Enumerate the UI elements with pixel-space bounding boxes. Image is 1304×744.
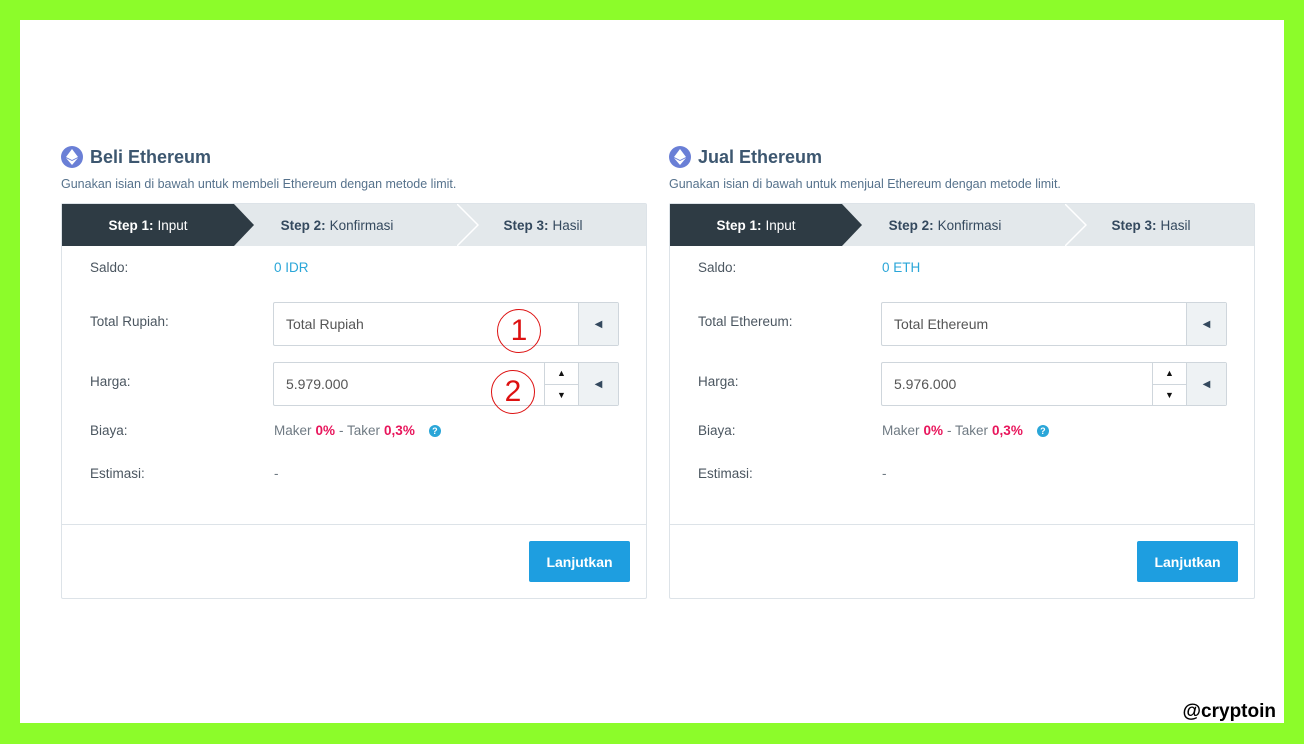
buy-lanjutkan-button[interactable]: Lanjutkan — [529, 541, 630, 582]
question-circle-icon[interactable]: ? — [428, 424, 441, 437]
biaya-row: Biaya: Maker 0% - Taker 0,3% ? — [90, 423, 618, 438]
fee-info: Maker 0% - Taker 0,3% ? — [274, 423, 441, 438]
saldo-label: Saldo: — [90, 260, 129, 275]
caret-left-icon[interactable]: ◀ — [578, 363, 618, 405]
biaya-row: Biaya: Maker 0% - Taker 0,3% ? — [698, 423, 1226, 438]
maker-value: 0% — [315, 423, 336, 438]
sell-title: Jual Ethereum — [698, 146, 823, 167]
buy-title-row: Beli Ethereum — [61, 144, 647, 170]
buy-panel: Beli Ethereum Gunakan isian di bawah unt… — [61, 144, 647, 599]
saldo-label: Saldo: — [698, 260, 737, 275]
harga-spinner: ▲ ▼ — [1152, 363, 1186, 405]
caret-left-icon[interactable]: ◀ — [578, 303, 618, 345]
harga-input[interactable] — [882, 363, 1152, 405]
saldo-value: 0 IDR — [274, 260, 309, 275]
total-input-group: ◀ — [881, 302, 1227, 346]
maker-label: Maker — [882, 423, 920, 438]
card-divider — [62, 524, 646, 525]
saldo-row: Saldo: 0 IDR — [90, 260, 618, 275]
step-label: Konfirmasi — [329, 217, 394, 233]
step-1-input[interactable]: Step 1: Input — [670, 204, 862, 246]
estimasi-label: Estimasi: — [698, 466, 753, 481]
question-circle-icon[interactable]: ? — [1036, 424, 1049, 437]
buy-title: Beli Ethereum — [90, 146, 212, 167]
watermark: @cryptoin — [1182, 701, 1276, 722]
estimasi-value: - — [882, 466, 887, 481]
biaya-label: Biaya: — [90, 423, 128, 438]
total-label: Total Ethereum: — [698, 314, 793, 329]
card-divider — [670, 524, 1254, 525]
fee-info: Maker 0% - Taker 0,3% ? — [882, 423, 1049, 438]
step-number: Step 1: — [108, 217, 154, 233]
biaya-label: Biaya: — [698, 423, 736, 438]
total-label: Total Rupiah: — [90, 314, 169, 329]
sell-subtitle: Gunakan isian di bawah untuk menjual Eth… — [669, 177, 1061, 191]
total-input-group: ◀ — [273, 302, 619, 346]
buy-subtitle: Gunakan isian di bawah untuk membeli Eth… — [61, 177, 457, 191]
taker-label: - Taker — [339, 423, 381, 438]
estimasi-label: Estimasi: — [90, 466, 145, 481]
ethereum-icon — [669, 146, 691, 168]
step-3-hasil[interactable]: Step 3: Hasil — [1048, 204, 1254, 246]
step-label: Hasil — [1160, 217, 1191, 233]
step-number: Step 3: — [1111, 217, 1157, 233]
saldo-value: 0 ETH — [882, 260, 921, 275]
maker-value: 0% — [923, 423, 944, 438]
taker-value: 0,3% — [992, 423, 1023, 438]
step-3-hasil[interactable]: Step 3: Hasil — [440, 204, 646, 246]
step-label: Konfirmasi — [937, 217, 1002, 233]
caret-down-icon[interactable]: ▼ — [545, 383, 578, 406]
buy-card: Step 1: Input Step 2: Konfirmasi Step 3: Ha… — [61, 203, 647, 599]
saldo-row: Saldo: 0 ETH — [698, 260, 1226, 275]
step-2-konfirmasi[interactable]: Step 2: Konfirmasi — [234, 204, 440, 246]
caret-left-icon[interactable]: ◀ — [1186, 363, 1226, 405]
step-label: Hasil — [552, 217, 583, 233]
page-canvas: Beli Ethereum Gunakan isian di bawah unt… — [20, 20, 1284, 723]
maker-label: Maker — [274, 423, 312, 438]
estimasi-value: - — [274, 466, 279, 481]
step-number: Step 3: — [503, 217, 549, 233]
step-number: Step 1: — [716, 217, 762, 233]
annotation-marker-2: 2 — [491, 370, 535, 414]
harga-spinner: ▲ ▼ — [544, 363, 578, 405]
caret-down-icon[interactable]: ▼ — [1153, 383, 1186, 406]
annotation-marker-1: 1 — [497, 309, 541, 353]
sell-steps: Step 1: Input Step 2: Konfirmasi Step 3: Ha… — [670, 204, 1254, 246]
estimasi-row: Estimasi: - — [698, 466, 1226, 481]
step-label: Input — [157, 217, 188, 233]
estimasi-row: Estimasi: - — [90, 466, 618, 481]
taker-label: - Taker — [947, 423, 989, 438]
sell-card: Step 1: Input Step 2: Konfirmasi Step 3: Ha… — [669, 203, 1255, 599]
sell-lanjutkan-button[interactable]: Lanjutkan — [1137, 541, 1238, 582]
sell-title-row: Jual Ethereum — [669, 144, 1255, 170]
caret-up-icon[interactable]: ▲ — [1153, 363, 1186, 384]
buy-steps: Step 1: Input Step 2: Konfirmasi Step 3: Ha… — [62, 204, 646, 246]
step-2-konfirmasi[interactable]: Step 2: Konfirmasi — [842, 204, 1048, 246]
caret-up-icon[interactable]: ▲ — [545, 363, 578, 384]
taker-value: 0,3% — [384, 423, 415, 438]
harga-label: Harga: — [698, 374, 739, 389]
step-1-input[interactable]: Step 1: Input — [62, 204, 254, 246]
total-ethereum-input[interactable] — [882, 303, 1186, 345]
caret-left-icon[interactable]: ◀ — [1186, 303, 1226, 345]
harga-input-group: ▲ ▼ ◀ — [881, 362, 1227, 406]
harga-label: Harga: — [90, 374, 131, 389]
sell-panel: Jual Ethereum Gunakan isian di bawah unt… — [669, 144, 1255, 599]
ethereum-icon — [61, 146, 83, 168]
harga-input-group: ▲ ▼ ◀ — [273, 362, 619, 406]
step-number: Step 2: — [888, 217, 934, 233]
step-label: Input — [765, 217, 796, 233]
step-number: Step 2: — [280, 217, 326, 233]
